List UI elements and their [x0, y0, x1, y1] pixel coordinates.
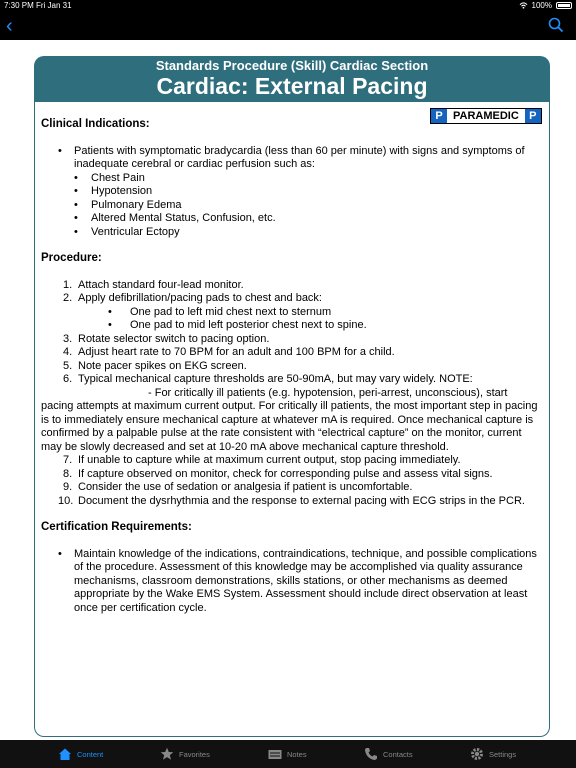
tab-content-label: Content [77, 749, 104, 759]
list-item: Adjust heart rate to 70 BPM for an adult… [78, 346, 395, 358]
list-item: Typical mechanical capture thresholds ar… [78, 373, 473, 385]
list-item: Note pacer spikes on EKG screen. [78, 359, 247, 372]
list-item: Rotate selector switch to pacing option. [78, 332, 270, 345]
list-item: Ventricular Ectopy [91, 225, 180, 238]
wifi-icon [519, 2, 527, 9]
phone-icon [365, 748, 377, 760]
list-item: Pulmonary Edema [91, 198, 182, 211]
list-item: Chest Pain [91, 171, 145, 184]
list-item: Document the dysrhythmia and the respons… [78, 494, 525, 507]
tab-notes[interactable]: Notes [268, 740, 307, 768]
gear-icon [471, 748, 483, 760]
list-item: • Maintain knowledge of the indications, … [41, 548, 541, 616]
status-right: 100% [519, 1, 572, 10]
home-icon [59, 748, 71, 760]
list-item: One pad to left mid chest next to sternu… [130, 305, 332, 318]
list-item: Attach standard four-lead monitor. [78, 278, 244, 291]
certification-text: Maintain knowledge of the indications, c… [74, 547, 537, 614]
clinical-main: Patients with symptomatic bradycardia (l… [74, 144, 525, 171]
status-bar: 7:30 PM Fri Jan 31 100% [0, 0, 576, 12]
search-icon[interactable] [548, 17, 564, 33]
list-item: Consider the use of sedation or analgesi… [78, 481, 413, 493]
tab-contacts-label: Contacts [383, 749, 413, 759]
list-item: One pad to mid left posterior chest next… [130, 319, 367, 331]
tab-bar: Content Favorites Notes Contacts Setting… [0, 740, 576, 768]
status-time: 7:30 PM [4, 1, 34, 10]
list-item: Altered Mental Status, Confusion, etc. [91, 212, 276, 224]
list-item: If capture observed on monitor, check fo… [78, 467, 493, 480]
tab-favorites[interactable]: Favorites [160, 740, 210, 768]
page-header: Standards Procedure (Skill) Cardiac Sect… [34, 56, 550, 102]
tab-content[interactable]: Content [58, 740, 103, 768]
list-item: Hypotension [91, 185, 153, 197]
procedure-heading: Procedure: [41, 252, 102, 264]
clinical-heading: Clinical Indications: [41, 118, 150, 130]
certification-heading: Certification Requirements: [41, 521, 192, 533]
status-date: Fri Jan 31 [36, 1, 72, 10]
page-title: Cardiac: External Pacing [156, 73, 428, 99]
procedure-list-cont: 7. If unable to capture while at maximum … [63, 454, 493, 493]
battery-percent: 100% [531, 1, 552, 10]
list-item: • Patients with symptomatic bradycardia (… [41, 145, 541, 172]
tab-notes-label: Notes [287, 749, 307, 759]
procedure-list: 1. Attach standard four-lead monitor. 2. A… [63, 278, 473, 386]
tab-favorites-label: Favorites [179, 749, 210, 759]
list-item: Apply defibrillation/pacing pads to ches… [78, 292, 322, 304]
battery-icon [556, 2, 572, 9]
tab-settings[interactable]: Settings [470, 740, 516, 768]
page-subtitle: Standards Procedure (Skill) Cardiac Sect… [155, 58, 429, 73]
tab-settings-label: Settings [489, 749, 517, 759]
tab-contacts[interactable]: Contacts [364, 740, 413, 768]
notes-icon [268, 750, 282, 759]
star-icon [160, 747, 174, 760]
procedure-note: - For critically ill patients (e.g. hypo… [41, 386, 538, 453]
clinical-sublist: • Chest Pain • Hypotension • Pulmonary Edem… [74, 171, 276, 238]
document-body: Clinical Indications: • Patients with sym… [41, 118, 541, 615]
back-chevron-icon[interactable]: ‹ [6, 16, 13, 36]
nav-bar: ‹ [0, 12, 576, 40]
list-item: If unable to capture while at maximum cu… [78, 454, 461, 466]
